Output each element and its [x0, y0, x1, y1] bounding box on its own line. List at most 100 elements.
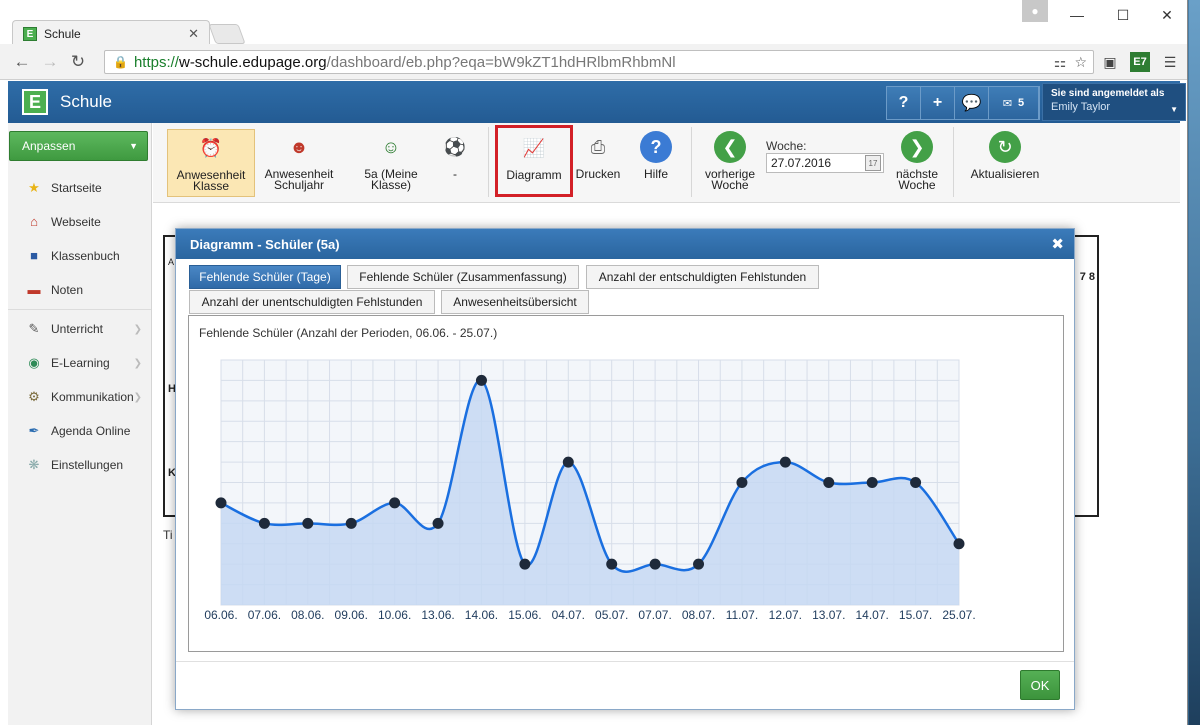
help-toolbar-button[interactable]: ? Hilfe	[633, 129, 679, 197]
chat-button[interactable]: 💬	[955, 87, 989, 119]
x-tick-label: 04.07.	[552, 608, 585, 622]
diagram-button[interactable]: 📈 Diagramm	[495, 125, 573, 197]
tab-close-icon[interactable]: ✕	[188, 26, 199, 42]
tab-excused-hours[interactable]: Anzahl der entschuldigten Fehlstunden	[586, 265, 819, 289]
forward-icon[interactable]: →	[36, 52, 64, 72]
sidebar-item-label: Unterricht	[51, 322, 104, 336]
tab-attendance-overview[interactable]: Anwesenheitsübersicht	[441, 290, 589, 314]
tab-missing-students-days[interactable]: Fehlende Schüler (Tage)	[189, 265, 341, 289]
activity-button[interactable]: ⚽ -	[433, 129, 477, 197]
calendar-icon[interactable]: 17	[865, 155, 881, 171]
close-window-icon[interactable]: ✕	[1144, 0, 1187, 30]
new-tab-button[interactable]	[208, 24, 246, 44]
pencil-icon: ✎	[28, 321, 40, 336]
sidebar-item-noten[interactable]: ▬ Noten	[8, 273, 151, 307]
edupage-logo-icon[interactable]: E	[22, 89, 48, 115]
minimize-icon[interactable]: —	[1054, 0, 1100, 30]
sidebar-item-unterricht[interactable]: ✎ Unterricht ❯	[8, 312, 151, 346]
divider	[691, 127, 692, 197]
profile-icon[interactable]: ●	[1022, 0, 1048, 22]
tab-strip: E Schule ✕ ● — ☐ ✕	[0, 0, 1187, 46]
messages-button[interactable]: ✉ 5	[989, 87, 1039, 119]
x-tick-label: 15.06.	[508, 608, 541, 622]
data-point	[823, 477, 835, 488]
help-icon: ?	[640, 131, 672, 163]
customize-button[interactable]: Anpassen ▼	[9, 131, 148, 161]
browser-tab[interactable]: E Schule ✕	[12, 20, 210, 46]
missing-students-chart: 06.06. 07.06. 08.06. 09.06. 10.06. 13.06. 14.0…	[204, 359, 976, 622]
globe-icon: ◉	[28, 355, 40, 370]
chevron-down-icon: ▼	[129, 141, 138, 151]
button-label: Klasse)	[370, 178, 411, 192]
week-date-input[interactable]: 27.07.2016 17	[766, 153, 884, 173]
sidebar-item-label: Klassenbuch	[51, 249, 120, 263]
envelope-icon: ✉	[1002, 97, 1013, 110]
sidebar-item-kommunikation[interactable]: ⚙ Kommunikation ❯	[8, 380, 151, 414]
sidebar-item-webseite[interactable]: ⌂ Webseite	[8, 205, 151, 239]
dialog-title: Diagramm - Schüler (5a)	[190, 236, 340, 252]
arrow-right-icon: ❯	[901, 131, 933, 163]
divider	[953, 127, 954, 197]
sidebar-item-e-learning[interactable]: ◉ E-Learning ❯	[8, 346, 151, 380]
gear-icon: ⚙	[28, 389, 40, 404]
user-menu[interactable]: Sie sind angemeldet als Emily Taylor ▼	[1042, 83, 1186, 121]
address-bar: ← → ↻ 🔒 https://w-schule.edupage.org/das…	[0, 44, 1187, 80]
previous-week-button[interactable]: ❮ vorherige Woche	[699, 129, 761, 197]
help-button[interactable]: ?	[887, 87, 921, 119]
sidebar-item-einstellungen[interactable]: ❋ Einstellungen	[8, 448, 151, 482]
ok-button[interactable]: OK	[1020, 670, 1060, 700]
back-icon[interactable]: ←	[8, 52, 36, 72]
sidebar-item-label: Einstellungen	[51, 458, 124, 472]
data-point	[953, 538, 965, 550]
x-tick-label: 07.07.	[638, 608, 671, 622]
x-tick-label: 08.07.	[682, 608, 715, 622]
attendance-class-button[interactable]: ⏰ Anwesenheit Klasse	[167, 129, 255, 197]
x-tick-label: 12.07.	[769, 608, 802, 622]
soccer-ball-icon: ⚽	[443, 136, 467, 157]
sidebar-item-label: Agenda Online	[51, 424, 131, 438]
button-label: Drucken	[575, 167, 621, 181]
tab-unexcused-hours[interactable]: Anzahl der unentschuldigten Fehlstunden	[189, 290, 435, 314]
screen-icon[interactable]: ▣	[1100, 52, 1120, 72]
data-point	[606, 558, 618, 570]
reload-icon[interactable]: ↻	[64, 52, 92, 72]
app-title[interactable]: Schule	[60, 92, 112, 112]
attendance-year-button[interactable]: ☻ Anwesenheit Schuljahr	[258, 129, 340, 197]
bookmark-star-icon[interactable]: ☆	[1074, 54, 1087, 71]
printer-icon: ⎙	[590, 136, 606, 157]
url-host: w-schule.edupage.org	[178, 53, 327, 71]
close-icon[interactable]: ✖	[1051, 235, 1064, 253]
x-tick-label: 14.07.	[855, 608, 888, 622]
key-icon[interactable]: ⚏	[1054, 54, 1067, 71]
star-icon: ★	[28, 180, 40, 195]
notes-icon: ▬	[27, 282, 41, 297]
url-input[interactable]: 🔒 https://w-schule.edupage.org/dashboard…	[104, 50, 1094, 74]
tab-missing-students-summary[interactable]: Fehlende Schüler (Zusammenfassung)	[347, 265, 579, 289]
maximize-icon[interactable]: ☐	[1100, 0, 1146, 30]
button-label: Hilfe	[643, 167, 668, 181]
sidebar-item-label: Startseite	[51, 181, 102, 195]
header-buttons: ? + 💬 ✉ 5	[886, 86, 1040, 120]
x-tick-label: 08.06.	[291, 608, 324, 622]
hint-text: Ti	[163, 528, 173, 542]
browser-window: E Schule ✕ ● — ☐ ✕ ← → ↻ 🔒 https://w-sch…	[0, 0, 1188, 725]
chart-panel: Fehlende Schüler (Anzahl der Perioden, 0…	[188, 315, 1064, 652]
my-class-button[interactable]: ☺ 5a (Meine Klasse)	[356, 129, 426, 197]
refresh-button[interactable]: ↻ Aktualisieren	[961, 129, 1049, 197]
add-button[interactable]: +	[921, 87, 955, 119]
edupage-extension-icon[interactable]: E7	[1130, 52, 1150, 72]
sidebar-item-label: Kommunikation	[51, 390, 134, 404]
next-week-button[interactable]: ❯ nächste Woche	[887, 129, 947, 197]
data-point	[779, 456, 791, 468]
chat-bubble-icon: 💬	[961, 95, 982, 112]
print-button[interactable]: ⎙ Drucken	[573, 129, 623, 197]
data-point	[910, 477, 922, 488]
url-path: /dashboard/eb.php?eqa=bW9kZT1hdHRlbmRhbm…	[326, 53, 676, 71]
sidebar-item-startseite[interactable]: ★ Startseite	[8, 171, 151, 205]
data-point	[302, 517, 314, 529]
sidebar-item-klassenbuch[interactable]: ■ Klassenbuch	[8, 239, 151, 273]
sidebar-item-agenda-online[interactable]: ✒ Agenda Online	[8, 414, 151, 448]
data-point	[693, 558, 705, 570]
data-point	[345, 517, 357, 529]
menu-icon[interactable]: ☰	[1160, 52, 1180, 72]
